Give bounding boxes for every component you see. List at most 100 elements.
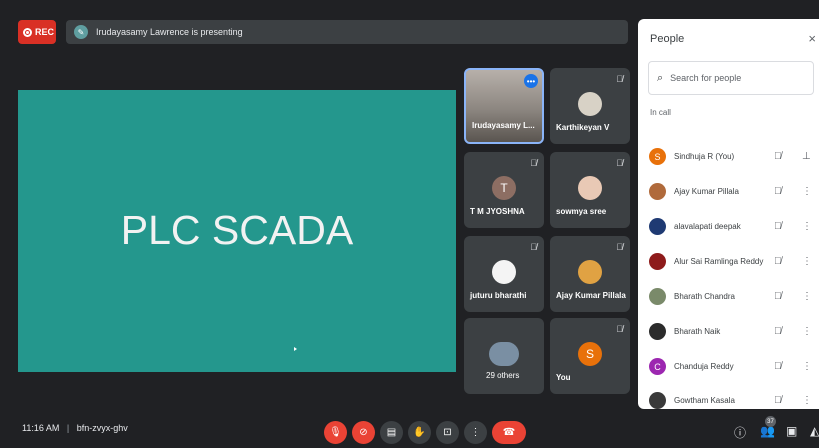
leave-call-button[interactable]: ☎	[492, 421, 526, 444]
avatar	[649, 253, 666, 270]
mic-off-icon: 🎙̸	[616, 324, 623, 334]
more-vert-icon[interactable]: ⋮	[802, 221, 812, 232]
present-button[interactable]: ⊡	[436, 421, 459, 444]
slide-title: PLC SCADA	[120, 206, 354, 253]
tile-name: T M JYOSHNA	[470, 207, 525, 216]
person-row[interactable]: Bharath Naik 🎙̸ ⋮	[638, 314, 819, 349]
person-name: Gowtham Kasala	[674, 396, 735, 405]
more-vert-icon[interactable]: ⋮	[802, 186, 812, 197]
separator: |	[66, 423, 70, 433]
recording-label: REC	[35, 27, 55, 37]
presenting-banner: ✎ Irudayasamy Lawrence is presenting	[66, 20, 628, 44]
tile-name: Irudayasamy L...	[472, 121, 535, 130]
more-vert-icon[interactable]: ⋮	[802, 291, 812, 302]
person-name: alavalapati deepak	[674, 222, 741, 231]
meeting-info: 11:16 AM | bfn-zvyx-ghv	[22, 423, 128, 433]
clock-time: 11:16 AM	[22, 423, 60, 433]
avatar	[578, 92, 602, 116]
presenting-text: Irudayasamy Lawrence is presenting	[96, 27, 243, 37]
avatar	[578, 176, 602, 200]
participant-count-badge: 37	[765, 416, 776, 427]
mic-off-icon: 🎙̸	[530, 158, 537, 168]
presentation-stage[interactable]: PLC SCADA	[18, 90, 456, 372]
avatar	[578, 260, 602, 284]
top-bar: REC ✎ Irudayasamy Lawrence is presenting	[18, 20, 628, 44]
mic-toggle-button[interactable]: 🎙	[324, 421, 347, 444]
mic-off-icon: 🎙̸	[774, 151, 782, 162]
participant-tile[interactable]: 🎙̸ Ajay Kumar Pillala	[550, 236, 630, 312]
person-row[interactable]: alavalapati deepak 🎙̸ ⋮	[638, 209, 819, 244]
recording-badge[interactable]: REC	[18, 20, 56, 44]
mic-off-icon: 🎙̸	[774, 291, 782, 302]
camera-toggle-button[interactable]: ⊘	[352, 421, 375, 444]
avatar	[649, 288, 666, 305]
participant-tile[interactable]: 🎙̸ sowmya sree	[550, 152, 630, 228]
tile-name: Ajay Kumar Pillala	[556, 291, 626, 300]
person-name: Bharath Naik	[674, 327, 721, 336]
avatar: C	[649, 358, 666, 375]
mic-off-icon: 🎙̸	[774, 361, 782, 372]
more-options-button[interactable]: ⋮	[464, 421, 487, 444]
mic-off-icon: 🎙̸	[774, 186, 782, 197]
search-icon: ⌕	[657, 71, 664, 84]
close-icon[interactable]: ×	[808, 31, 816, 46]
record-icon	[23, 27, 32, 37]
mic-off-icon: 🎙̸	[774, 326, 782, 337]
search-placeholder: Search for people	[670, 73, 742, 83]
more-vert-icon[interactable]: ⋮	[802, 326, 812, 337]
avatar	[492, 260, 516, 284]
mouse-cursor-icon	[294, 347, 297, 351]
participant-tile[interactable]: 🎙̸ juturu bharathi	[464, 236, 544, 312]
pin-icon[interactable]: ⊥	[802, 151, 811, 162]
group-avatar	[489, 342, 519, 366]
person-row[interactable]: S Sindhuja R (You) 🎙̸ ⊥	[638, 139, 819, 174]
mic-off-icon: 🎙̸	[616, 242, 623, 252]
avatar	[649, 183, 666, 200]
participant-tile-presenter[interactable]: ••• Irudayasamy L...	[464, 68, 544, 144]
person-name: Chanduja Reddy	[674, 362, 734, 371]
more-vert-icon[interactable]: ⋮	[802, 361, 812, 372]
mic-off-icon: 🎙̸	[774, 256, 782, 267]
tile-name: You	[556, 373, 571, 382]
info-icon[interactable]: ⓘ	[734, 424, 746, 441]
others-tile[interactable]: 29 others	[464, 318, 544, 394]
person-row[interactable]: Ajay Kumar Pillala 🎙̸ ⋮	[638, 174, 819, 209]
mic-off-icon: 🎙̸	[616, 74, 623, 84]
captions-button[interactable]: ▤	[380, 421, 403, 444]
participant-tile[interactable]: 🎙̸ T T M JYOSHNA	[464, 152, 544, 228]
section-label: In call	[650, 108, 671, 117]
person-name: Ajay Kumar Pillala	[674, 187, 739, 196]
presenter-avatar: ✎	[74, 25, 88, 39]
activities-icon[interactable]: ◭	[810, 424, 819, 438]
self-tile[interactable]: 🎙̸ S You	[550, 318, 630, 394]
person-row[interactable]: Alur Sai Ramlinga Reddy 🎙̸ ⋮	[638, 244, 819, 279]
person-row[interactable]: C Chanduja Reddy 🎙̸ ⋮	[638, 349, 819, 384]
meeting-code: bfn-zvyx-ghv	[76, 423, 128, 433]
person-name: Bharath Chandra	[674, 292, 735, 301]
avatar: S	[578, 342, 602, 366]
tile-name: sowmya sree	[556, 207, 607, 216]
mic-off-icon: 🎙̸	[530, 242, 537, 252]
avatar	[649, 392, 666, 409]
avatar	[649, 323, 666, 340]
person-row[interactable]: Bharath Chandra 🎙̸ ⋮	[638, 279, 819, 314]
tile-name: juturu bharathi	[470, 291, 527, 300]
search-input[interactable]: ⌕ Search for people	[648, 61, 814, 95]
participant-tile[interactable]: 🎙̸ Karthikeyan V	[550, 68, 630, 144]
chat-icon[interactable]: ▣	[786, 424, 797, 438]
others-count: 29 others	[486, 371, 520, 380]
avatar	[649, 218, 666, 235]
more-options-icon[interactable]: •••	[524, 74, 538, 88]
person-name: Sindhuja R (You)	[674, 152, 735, 161]
bottom-bar: 11:16 AM | bfn-zvyx-ghv 🎙 ⊘ ▤ ✋ ⊡ ⋮ ☎ ⓘ …	[0, 412, 819, 448]
mic-off-icon: 🎙̸	[774, 221, 782, 232]
people-panel: People × ⌕ Search for people In call S S…	[638, 19, 819, 409]
panel-title: People	[650, 33, 685, 45]
raise-hand-button[interactable]: ✋	[408, 421, 431, 444]
avatar: T	[492, 176, 516, 200]
tile-name: Karthikeyan V	[556, 123, 610, 132]
more-vert-icon[interactable]: ⋮	[802, 395, 812, 406]
more-vert-icon[interactable]: ⋮	[802, 256, 812, 267]
avatar: S	[649, 148, 666, 165]
mic-off-icon: 🎙̸	[616, 158, 623, 168]
